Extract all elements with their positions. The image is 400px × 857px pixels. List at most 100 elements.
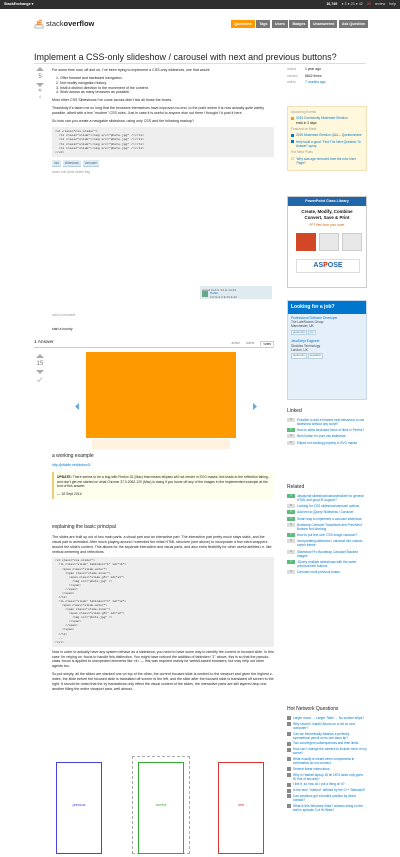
- active-value[interactable]: 7 months ago: [305, 80, 326, 85]
- related-link[interactable]: JQuery multiple slideshows with the same…: [297, 560, 367, 568]
- list-item[interactable]: 2 How to put text over CSS image carousel…: [287, 533, 367, 538]
- favorite-star-icon[interactable]: ★: [34, 87, 46, 95]
- tab-active[interactable]: active: [232, 341, 240, 346]
- hnq-link[interactable]: Is the term "method" defined by the C++ …: [293, 788, 365, 792]
- inbox-count[interactable]: 20: [367, 2, 371, 7]
- list-item[interactable]: 2 How to allow keyboard focus of links in…: [287, 428, 367, 433]
- stackexchange-menu[interactable]: StackExchange ▾: [4, 2, 33, 7]
- linked-link[interactable]: How to allow keyboard focus of links in …: [297, 428, 364, 432]
- job-tag[interactable]: javascript: [291, 353, 307, 360]
- related-link[interactable]: Javascript slideshow/carousel/slider for…: [297, 494, 367, 502]
- hot-meta-link[interactable]: Why was age removed from the new User Pa…: [297, 157, 363, 166]
- list-item[interactable]: 1 JQuery multiple slideshows with the sam…: [287, 559, 367, 568]
- hnq-link[interactable]: Can postdocs get a funded position by di…: [293, 794, 367, 802]
- score-badge: 0: [287, 504, 295, 509]
- list-item[interactable]: 0 Ellipse not working properly in SVG mas…: [287, 440, 367, 445]
- list-item[interactable]: 1 Smart way to implement a carousel slide…: [287, 516, 367, 521]
- list-item[interactable]: 2 Add text to jQuery Slideshow / Carousel: [287, 510, 367, 515]
- site-logo[interactable]: stack overflow: [34, 19, 94, 29]
- hnq-link[interactable]: I like it, so how do I put a thing on it…: [293, 782, 345, 786]
- related-link[interactable]: Carousel multi previous button: [297, 570, 340, 574]
- hnq-link[interactable]: Several linear instructions: [293, 767, 330, 771]
- list-item[interactable]: 0 Looking for CSS slideshow/carousel opti…: [287, 504, 367, 509]
- hnq-link[interactable]: Two convergent subsequences and their li…: [293, 741, 358, 745]
- linked-link[interactable]: Ellipse not working properly in SVG mask…: [297, 441, 357, 445]
- tab-oldest[interactable]: oldest: [246, 341, 255, 346]
- list-item[interactable]: How can I change the camera to include m…: [287, 747, 367, 755]
- title-divider: [34, 63, 366, 64]
- start-bounty-link[interactable]: start a bounty: [52, 327, 73, 332]
- linked-link[interactable]: Possible to add a forward-nest behaviour…: [297, 418, 367, 426]
- job-tag[interactable]: css: [307, 329, 316, 336]
- related-link[interactable]: Incorporating slideshow / carousel into …: [297, 539, 367, 547]
- add-comment-link[interactable]: add a comment: [52, 313, 75, 318]
- list-item[interactable]: Is the term "method" defined by the C++ …: [287, 788, 367, 793]
- ask-question-button[interactable]: Ask Question: [338, 20, 368, 28]
- tab-votes[interactable]: votes: [260, 341, 274, 347]
- hnq-link[interactable]: Can we theoretically balance a perfectly…: [293, 732, 367, 740]
- review-link[interactable]: review: [375, 2, 385, 7]
- hnq-link[interactable]: What exactly is meant when components in…: [293, 757, 367, 765]
- hnq-link[interactable]: How can I change the camera to include m…: [293, 747, 367, 755]
- tag-css[interactable]: css: [52, 159, 61, 167]
- meta-link[interactable]: Help build a good "Find The Next Questio…: [296, 140, 363, 149]
- related-link[interactable]: How to put text over CSS image carousel?: [297, 533, 357, 537]
- next-arrow-icon[interactable]: [252, 403, 257, 410]
- job-listing[interactable]: Professional Software Developer The Late…: [288, 314, 366, 338]
- list-item[interactable]: 1 Javascript slideshow/carousel/slider fo…: [287, 494, 367, 502]
- list-item[interactable]: 0 Incorporating slideshow / carousel into…: [287, 539, 367, 547]
- user-reputation[interactable]: 10,749: [326, 2, 337, 7]
- list-item[interactable]: Why should I install Ubuntu on a not so …: [287, 722, 367, 730]
- panel-label: current: [155, 803, 167, 807]
- related-link[interactable]: Add text to jQuery Slideshow / Carousel: [297, 510, 353, 514]
- tag-slideshow[interactable]: slideshow: [62, 159, 81, 167]
- tab-badges[interactable]: Badges: [289, 20, 309, 28]
- help-link[interactable]: help: [389, 2, 396, 7]
- list-item[interactable]: Larger moon → Larger Tides → No sunken s…: [287, 716, 367, 721]
- job-tag[interactable]: angularjs: [307, 353, 324, 360]
- question-title[interactable]: Implement a CSS-only slideshow / carouse…: [34, 51, 364, 63]
- upvote-icon[interactable]: [36, 354, 44, 358]
- list-item[interactable]: Why is Haskell laptop 18 bit OEG twice o…: [287, 773, 367, 781]
- hnq-link[interactable]: Why is Haskell laptop 18 bit OEG twice o…: [293, 773, 367, 781]
- list-item[interactable]: I like it, so how do I put a thing on it…: [287, 782, 367, 787]
- list-item[interactable]: 0 Carousel multi previous button: [287, 570, 367, 575]
- list-item[interactable]: 0 Possible to add a forward-nest behaviou…: [287, 418, 367, 426]
- tab-users[interactable]: Users: [271, 20, 288, 28]
- jsfiddle-link[interactable]: http://jsfiddle.net/pkdmv3/: [52, 463, 90, 468]
- question-paragraph: So how can you create a navigable slides…: [52, 118, 195, 123]
- post-menu[interactable]: share edit close delete flag: [52, 170, 274, 174]
- list-item[interactable]: 0 Slideshow Pro Bootstrap Carousel Stacke…: [287, 549, 367, 558]
- logo-part: OSE: [327, 262, 343, 270]
- tab-questions[interactable]: Questions: [231, 20, 255, 28]
- list-item[interactable]: Can we theoretically balance a perfectly…: [287, 732, 367, 740]
- related-link[interactable]: Bootstrap Carousel Transitions and Prev/…: [297, 523, 367, 531]
- hnq-link[interactable]: Larger moon → Larger Tides → No sunken s…: [293, 716, 364, 720]
- tag-carousel[interactable]: carousel: [82, 159, 99, 167]
- job-tag[interactable]: javascript: [291, 329, 307, 336]
- list-item[interactable]: Several linear instructions: [287, 767, 367, 772]
- list-item[interactable]: What is this Windows Vista? window doing…: [287, 804, 367, 812]
- advertisement[interactable]: PowerPoint Class Library Create, Modify,…: [287, 196, 367, 288]
- hnq-link[interactable]: Why should I install Ubuntu on a not so …: [293, 722, 367, 730]
- list-item[interactable]: 0 Bootstrap Carousel Transitions and Prev…: [287, 522, 367, 531]
- avatar[interactable]: [202, 291, 208, 297]
- related-link[interactable]: Slideshow Pro Bootstrap Carousel Stacked…: [297, 550, 367, 558]
- demo-slide[interactable]: [86, 352, 236, 452]
- site-icon: [287, 782, 291, 787]
- hnq-link[interactable]: What is this Windows Vista? window doing…: [293, 804, 367, 812]
- upvote-icon[interactable]: [36, 67, 44, 71]
- accepted-check-icon[interactable]: ✔: [34, 374, 46, 386]
- list-item[interactable]: 0 Next button for pure css slideshow: [287, 434, 367, 439]
- linked-link[interactable]: Next button for pure css slideshow: [297, 434, 346, 438]
- previous-arrow-icon[interactable]: [75, 403, 80, 410]
- list-item[interactable]: Two convergent subsequences and their li…: [287, 741, 367, 746]
- list-item[interactable]: What exactly is meant when components in…: [287, 757, 367, 765]
- related-link[interactable]: Looking for CSS slideshow/carousel optio…: [297, 504, 359, 508]
- tab-tags[interactable]: Tags: [256, 20, 271, 28]
- list-item[interactable]: Can postdocs get a funded position by di…: [287, 794, 367, 802]
- related-link[interactable]: Smart way to implement a carousel slides…: [297, 517, 362, 521]
- job-listing[interactable]: JavaScript Engineer Stocktec Technology …: [288, 337, 366, 361]
- meta-link[interactable]: 2015 Moderator Election Q&A – Questionna…: [296, 133, 362, 137]
- tab-unanswered[interactable]: Unanswered: [309, 20, 338, 28]
